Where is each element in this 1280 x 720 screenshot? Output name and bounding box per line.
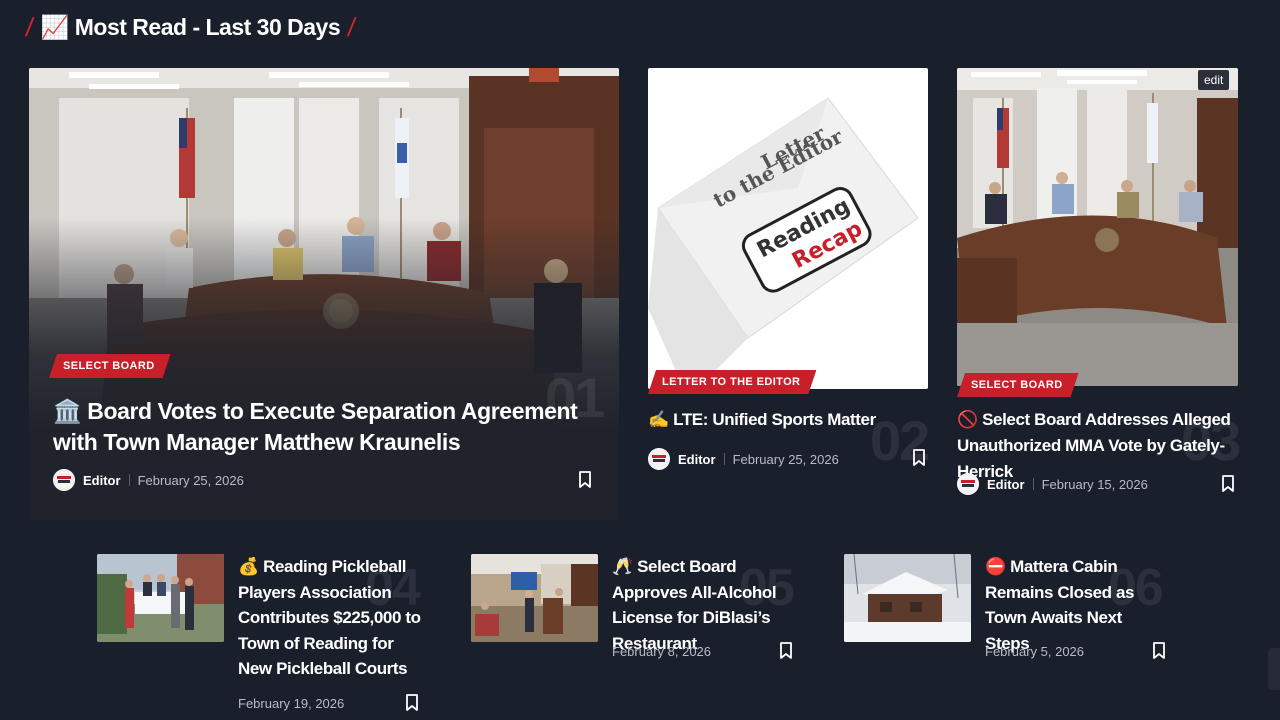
meta-divider	[1032, 478, 1034, 490]
article-image[interactable]	[957, 68, 1238, 386]
author-name[interactable]: Editor	[987, 477, 1025, 492]
category-badge[interactable]: LETTER TO THE EDITOR	[648, 370, 816, 394]
slash-decoration: /	[23, 12, 35, 42]
author-name[interactable]: Editor	[83, 473, 121, 488]
author-logo-icon	[53, 469, 75, 491]
bookmark-icon[interactable]	[779, 642, 793, 660]
author-name[interactable]: Editor	[678, 452, 716, 467]
author-logo-icon	[648, 448, 670, 470]
article-list-item[interactable]: 04 💰 Reading Pickleball Players Associat…	[97, 554, 427, 720]
bookmark-icon[interactable]	[912, 449, 926, 467]
slash-decoration: /	[346, 12, 358, 42]
article-meta: Editor February 15, 2026	[957, 473, 1148, 495]
section-heading: / 📈 Most Read - Last 30 Days /	[23, 12, 358, 43]
bookmark-icon[interactable]	[1221, 475, 1235, 493]
featured-article-card[interactable]: SELECT BOARD 01 🏛️ Board Votes to Execut…	[29, 68, 619, 520]
article-title[interactable]: 💰 Reading Pickleball Players Association…	[238, 554, 423, 682]
bookmark-icon[interactable]	[405, 694, 419, 712]
author-logo-icon	[957, 473, 979, 495]
article-title[interactable]: ✍️ LTE: Unified Sports Matter	[648, 407, 918, 433]
article-list-item[interactable]: 05 🥂 Select Board Approves All-Alcohol L…	[471, 554, 801, 674]
publish-date: February 25, 2026	[137, 472, 244, 488]
bookmark-icon[interactable]	[578, 471, 592, 489]
publish-date: February 25, 2026	[732, 451, 839, 467]
author-avatar[interactable]	[648, 448, 670, 470]
article-card[interactable]: edit SELECT BOARD 03 🚫 Select Board Addr…	[957, 68, 1241, 508]
edit-link[interactable]: edit	[1198, 70, 1230, 90]
article-image[interactable]: Letter to the Editor Reading Recap	[648, 68, 928, 389]
article-thumbnail[interactable]	[97, 554, 224, 642]
publish-date: February 19, 2026	[238, 696, 345, 711]
article-card[interactable]: Letter to the Editor Reading Recap LETTE…	[648, 68, 930, 488]
author-avatar[interactable]	[957, 473, 979, 495]
featured-article-title[interactable]: 🏛️ Board Votes to Execute Separation Agr…	[53, 396, 603, 458]
publish-date: February 5, 2026	[985, 644, 1085, 659]
article-thumbnail[interactable]	[844, 554, 971, 642]
meta-divider	[723, 453, 725, 465]
article-title[interactable]: ⛔ Mattera Cabin Remains Closed as Town A…	[985, 554, 1170, 656]
publish-date: February 15, 2026	[1041, 476, 1148, 492]
publish-date: February 8, 2026	[612, 644, 712, 659]
side-scroll-tab[interactable]	[1268, 648, 1280, 690]
article-thumbnail[interactable]	[471, 554, 598, 642]
article-title[interactable]: 🥂 Select Board Approves All-Alcohol Lice…	[612, 554, 797, 656]
section-title: 📈 Most Read - Last 30 Days	[40, 14, 341, 40]
category-badge[interactable]: SELECT BOARD	[49, 354, 171, 378]
article-meta: Editor February 25, 2026	[53, 469, 244, 491]
category-badge[interactable]: SELECT BOARD	[957, 373, 1079, 397]
bookmark-icon[interactable]	[1152, 642, 1166, 660]
article-meta: Editor February 25, 2026	[648, 448, 839, 470]
meta-divider	[128, 474, 130, 486]
author-avatar[interactable]	[53, 469, 75, 491]
article-list-item[interactable]: 06 ⛔ Mattera Cabin Remains Closed as Tow…	[844, 554, 1174, 674]
